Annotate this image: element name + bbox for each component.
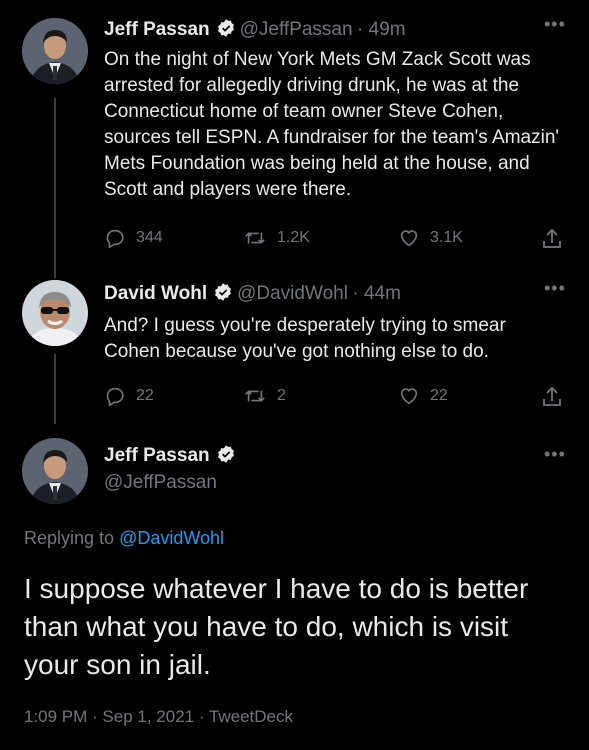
tweet-text: On the night of New York Mets GM Zack Sc… bbox=[104, 49, 560, 200]
avatar[interactable] bbox=[22, 438, 88, 504]
tweet-text: I suppose whatever I have to do is bette… bbox=[24, 573, 529, 680]
share-icon bbox=[543, 386, 561, 406]
like-count: 3.1K bbox=[430, 229, 463, 246]
more-icon[interactable]: ••• bbox=[544, 14, 566, 35]
reply-count: 22 bbox=[136, 387, 154, 404]
retweet-icon bbox=[245, 232, 265, 244]
share-button[interactable] bbox=[540, 385, 574, 409]
share-icon bbox=[543, 228, 561, 248]
author-handle[interactable]: @DavidWohl bbox=[237, 283, 348, 304]
tweet-time[interactable]: · 44m bbox=[352, 283, 401, 304]
like-count: 22 bbox=[430, 387, 448, 404]
reply-icon bbox=[106, 229, 124, 249]
author-name[interactable]: Jeff Passan bbox=[104, 19, 210, 40]
replying-to-label: Replying to bbox=[24, 528, 115, 548]
retweet-count: 2 bbox=[277, 387, 286, 404]
retweet-button[interactable]: 1.2K bbox=[243, 227, 310, 249]
reply-count: 344 bbox=[136, 229, 163, 246]
reply-icon bbox=[106, 387, 124, 407]
author-handle[interactable]: @JeffPassan bbox=[104, 472, 217, 494]
tweet-timestamp[interactable]: 1:09 PM · Sep 1, 2021 · TweetDeck bbox=[24, 707, 293, 727]
share-button[interactable] bbox=[540, 227, 574, 251]
verified-badge-icon bbox=[216, 444, 236, 469]
verified-badge-icon bbox=[216, 18, 236, 43]
more-icon[interactable]: ••• bbox=[544, 444, 566, 465]
heart-icon bbox=[400, 230, 418, 247]
verified-badge-icon bbox=[213, 282, 233, 307]
retweet-count: 1.2K bbox=[277, 229, 310, 246]
tweet-time[interactable]: · 49m bbox=[357, 19, 406, 40]
reply-button[interactable]: 344 bbox=[104, 227, 163, 249]
thread-line bbox=[54, 354, 56, 424]
tweet-text: And? I guess you're desperately trying t… bbox=[104, 315, 506, 362]
more-icon[interactable]: ••• bbox=[544, 278, 566, 299]
retweet-icon bbox=[245, 390, 265, 402]
reply-button[interactable]: 22 bbox=[104, 385, 154, 407]
avatar[interactable] bbox=[22, 280, 88, 346]
thread-line bbox=[54, 98, 56, 278]
avatar[interactable] bbox=[22, 18, 88, 84]
like-button[interactable]: 22 bbox=[398, 385, 448, 407]
retweet-button[interactable]: 2 bbox=[243, 385, 286, 407]
replying-to-line: Replying to @DavidWohl bbox=[24, 528, 224, 549]
heart-icon bbox=[400, 388, 418, 405]
like-button[interactable]: 3.1K bbox=[398, 227, 463, 249]
author-name[interactable]: Jeff Passan bbox=[104, 445, 210, 466]
author-handle[interactable]: @JeffPassan bbox=[240, 19, 353, 40]
author-name[interactable]: David Wohl bbox=[104, 283, 207, 304]
replying-to-handle[interactable]: @DavidWohl bbox=[119, 528, 224, 548]
